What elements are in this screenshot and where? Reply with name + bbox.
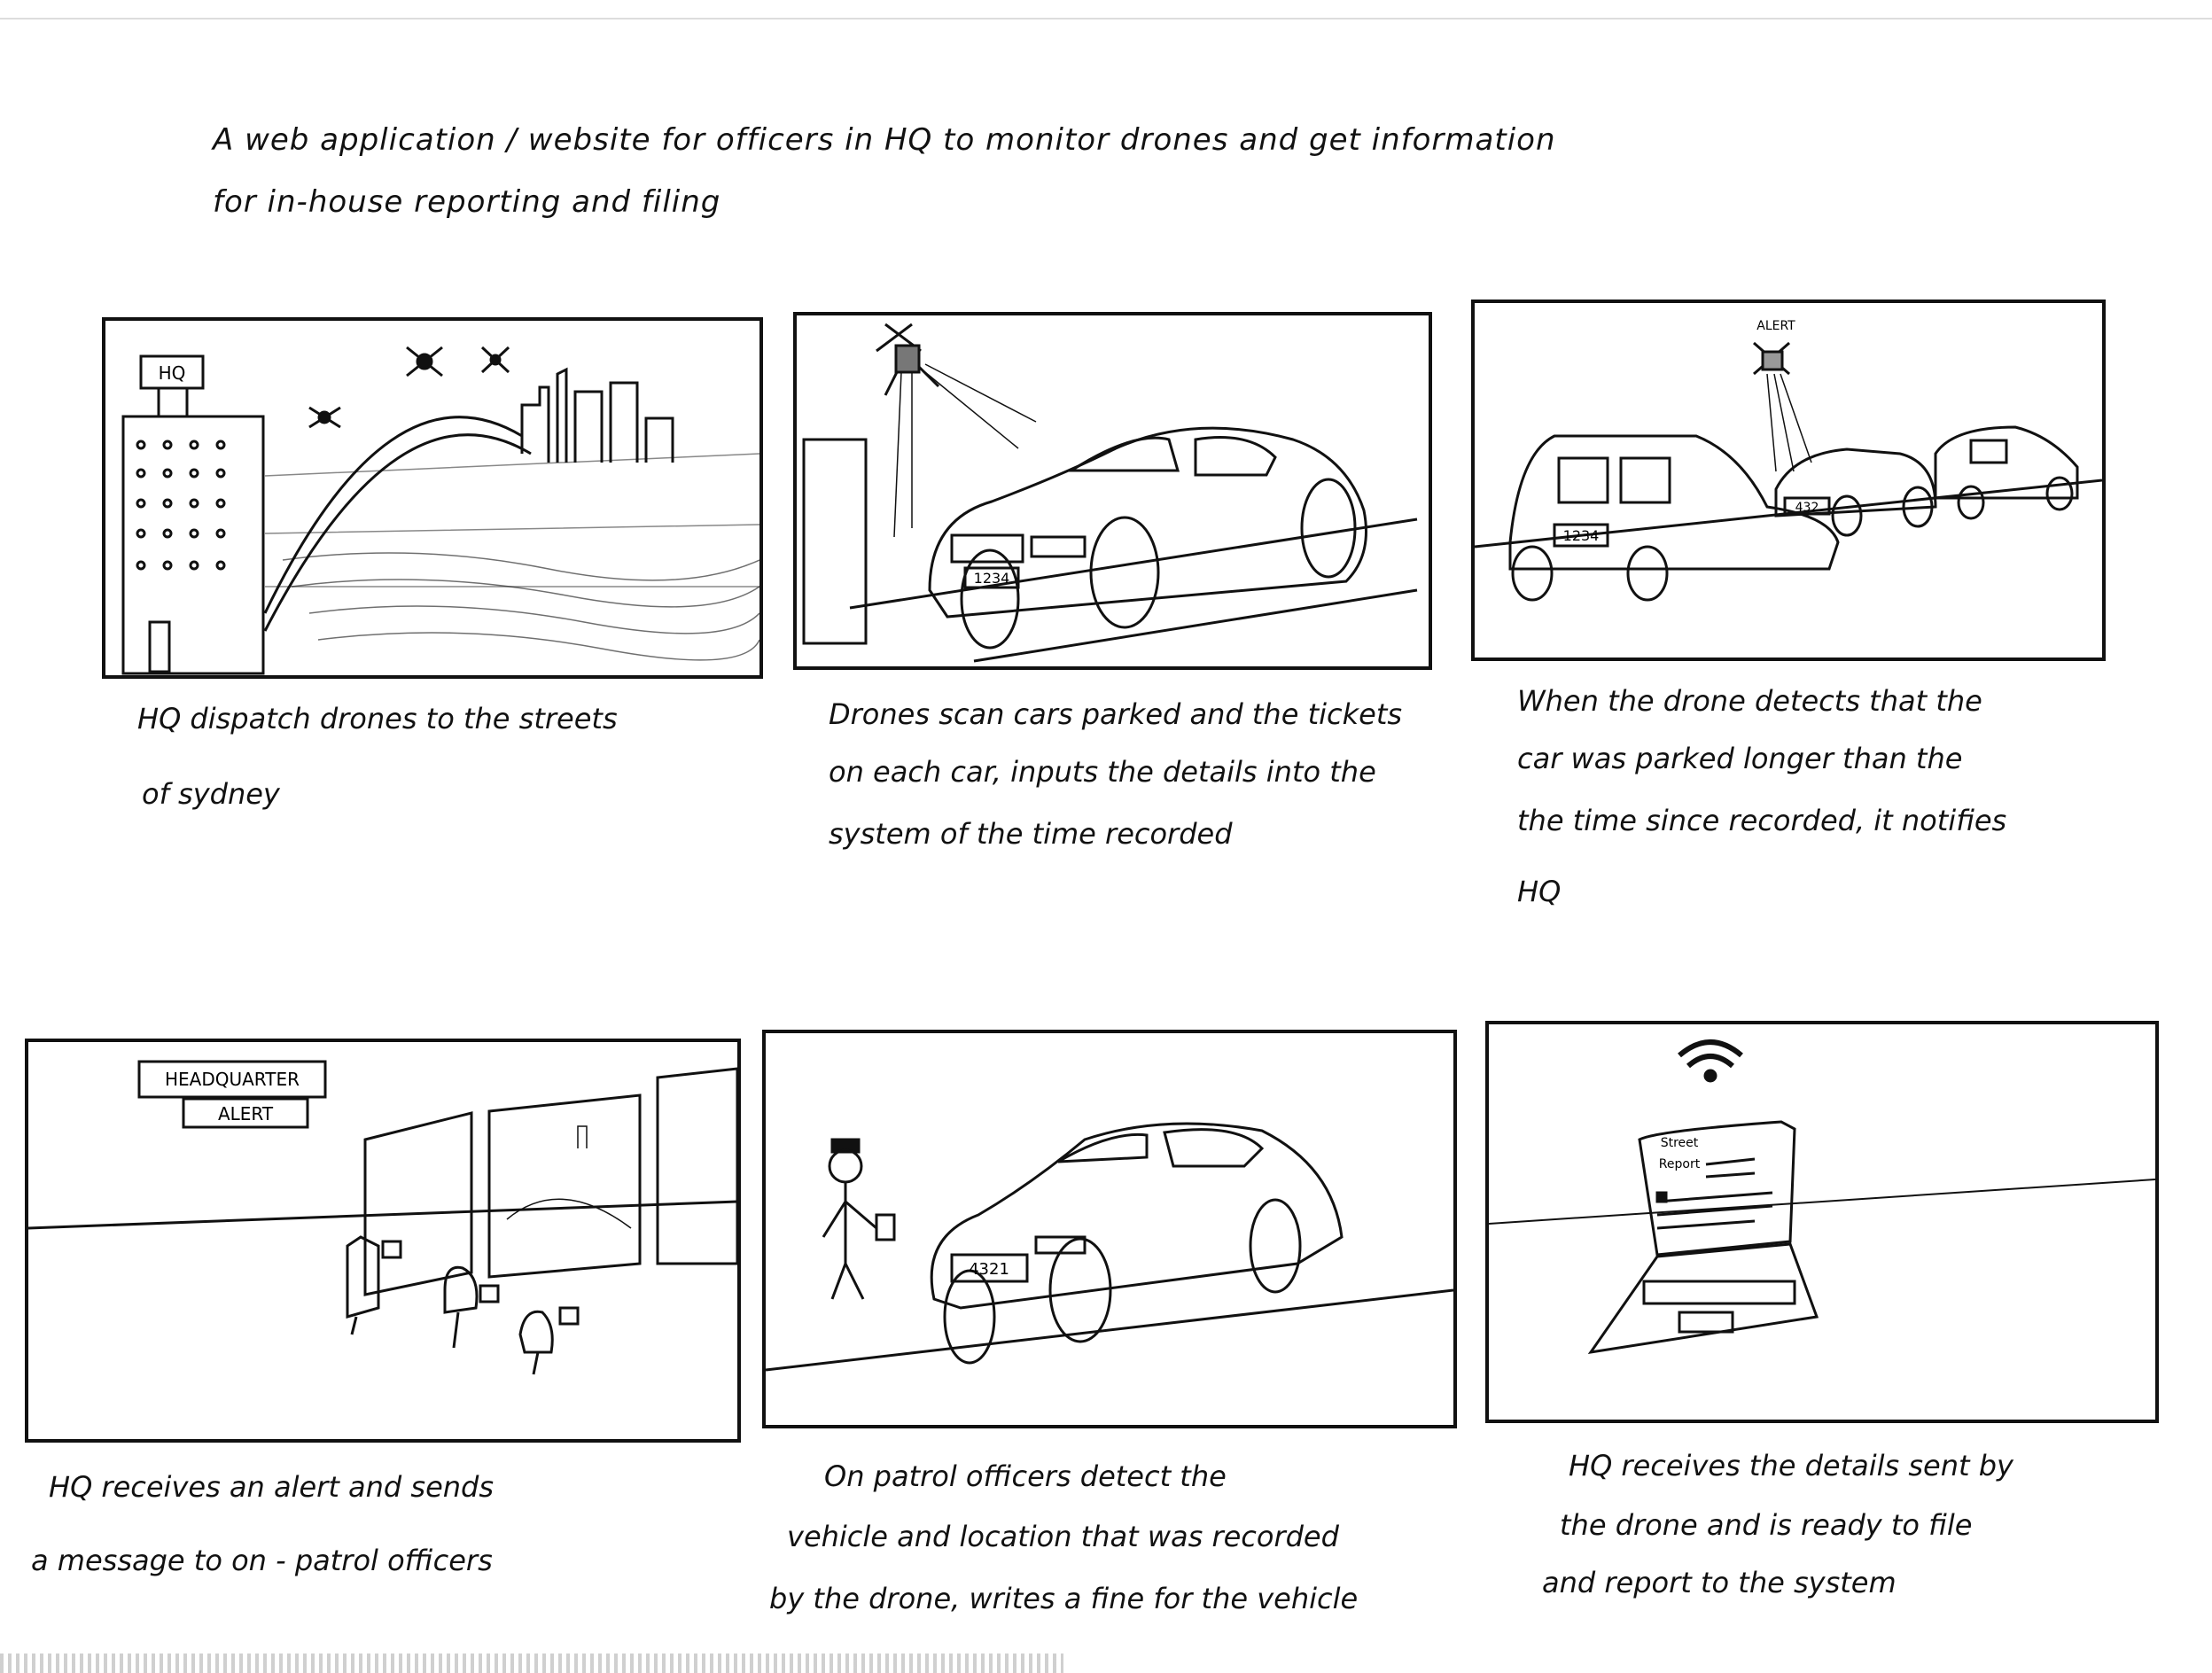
- intro-line-1: A web application / website for officers…: [213, 122, 1556, 158]
- panel-5-caption-line-2: vehicle and location that was recorded: [787, 1520, 1339, 1553]
- hq-windows: [136, 440, 226, 571]
- panel-3-caption-line-2: car was parked longer than the: [1517, 742, 1963, 775]
- headquarter-sign-text: HEADQUARTER: [165, 1069, 300, 1090]
- car-back: [1934, 425, 2079, 520]
- middle-car-plate-text: 432: [1795, 501, 1819, 515]
- office-windows: [363, 1067, 737, 1296]
- patrol-officer: [822, 1138, 896, 1300]
- panel-1-caption-line-2: of sydney: [142, 777, 280, 811]
- parking-meter: [802, 438, 868, 645]
- laptop: [1587, 1120, 1819, 1355]
- panel-4-caption-line-2: a message to on - patrol officers: [31, 1544, 493, 1577]
- panel-2-drone-scan: 1234: [793, 312, 1432, 670]
- wifi-signal-icon: [1678, 1039, 1743, 1083]
- panel-4-hq-alert: HEADQUARTER ALERT: [25, 1039, 741, 1443]
- car-middle: [1774, 447, 1937, 537]
- hq-officers: [346, 1235, 580, 1375]
- panel-5-caption-line-1: On patrol officers detect the: [824, 1459, 1227, 1493]
- car-plate-text: 1234: [974, 570, 1010, 587]
- panel-6-illustration: Street Report: [1489, 1039, 2155, 1355]
- scanning-drone: [876, 323, 940, 396]
- city-skyline: [520, 367, 674, 463]
- alert-scan-beam: [1766, 373, 1812, 472]
- panel-3-illustration: ALERT 1234 432: [1475, 319, 2102, 602]
- panel-3-caption-line-1: When the drone detects that the: [1517, 684, 1982, 718]
- drone-3: [480, 346, 510, 374]
- panel-6-street-report: Street Report: [1485, 1021, 2159, 1423]
- alert-sign-text: ALERT: [218, 1103, 274, 1124]
- drone-alert-text: ALERT: [1756, 319, 1795, 333]
- panel-3-caption-line-3: the time since recorded, it notifies: [1517, 804, 2007, 837]
- panel-5-officer-fine: 4321: [762, 1030, 1457, 1428]
- panel-2-caption-line-3: system of the time recorded: [829, 817, 1233, 851]
- car-front: [1508, 434, 1840, 602]
- panel-4-caption-line-1: HQ receives an alert and sends: [49, 1470, 495, 1504]
- road: [849, 517, 1418, 663]
- panel-2-caption-line-1: Drones scan cars parked and the tickets: [829, 697, 1403, 731]
- drone-1: [308, 406, 341, 429]
- panel-5-illustration: 4321: [766, 1122, 1453, 1372]
- intro-line-2: for in-house reporting and filing: [213, 184, 721, 220]
- scan-bottom-edge: [0, 1654, 1063, 1673]
- horizon-line: [28, 1200, 737, 1230]
- panel-5-caption-line-3: by the drone, writes a fine for the vehi…: [769, 1582, 1359, 1615]
- water-scribble: [282, 552, 759, 661]
- panel-3-overtime-alert: ALERT 1234 432: [1471, 300, 2106, 661]
- panel-6-caption-line-1: HQ receives the details sent by: [1569, 1449, 2013, 1482]
- panel-6-caption-line-2: the drone and is ready to file: [1560, 1508, 1973, 1542]
- panel-2-illustration: 1234: [802, 323, 1418, 663]
- hq-sign-text: HQ: [159, 362, 186, 384]
- fined-car-plate-text: 4321: [969, 1260, 1009, 1279]
- panel-2-caption-line-2: on each car, inputs the details into the: [829, 755, 1376, 789]
- scan-top-line: [0, 18, 2212, 19]
- horizon-line: [1489, 1179, 2155, 1225]
- panel-1-caption-line-1: HQ dispatch drones to the streets: [137, 702, 618, 735]
- panel-1-hq-dispatch: HQ: [102, 317, 763, 679]
- panel-4-illustration: HEADQUARTER ALERT: [28, 1060, 737, 1375]
- panel-1-illustration: HQ: [121, 346, 759, 675]
- panel-6-caption-line-3: and report to the system: [1542, 1566, 1897, 1599]
- front-car-plate-text: 1234: [1563, 527, 1600, 544]
- screen-line-2-text: Report: [1659, 1157, 1701, 1171]
- hq-building: [121, 415, 265, 675]
- scan-beam: [893, 363, 1037, 538]
- drone-2: [406, 346, 443, 377]
- alert-drone: [1753, 341, 1790, 376]
- panel-3-caption-line-4: HQ: [1517, 875, 1562, 908]
- screen-line-1-text: Street: [1661, 1136, 1699, 1150]
